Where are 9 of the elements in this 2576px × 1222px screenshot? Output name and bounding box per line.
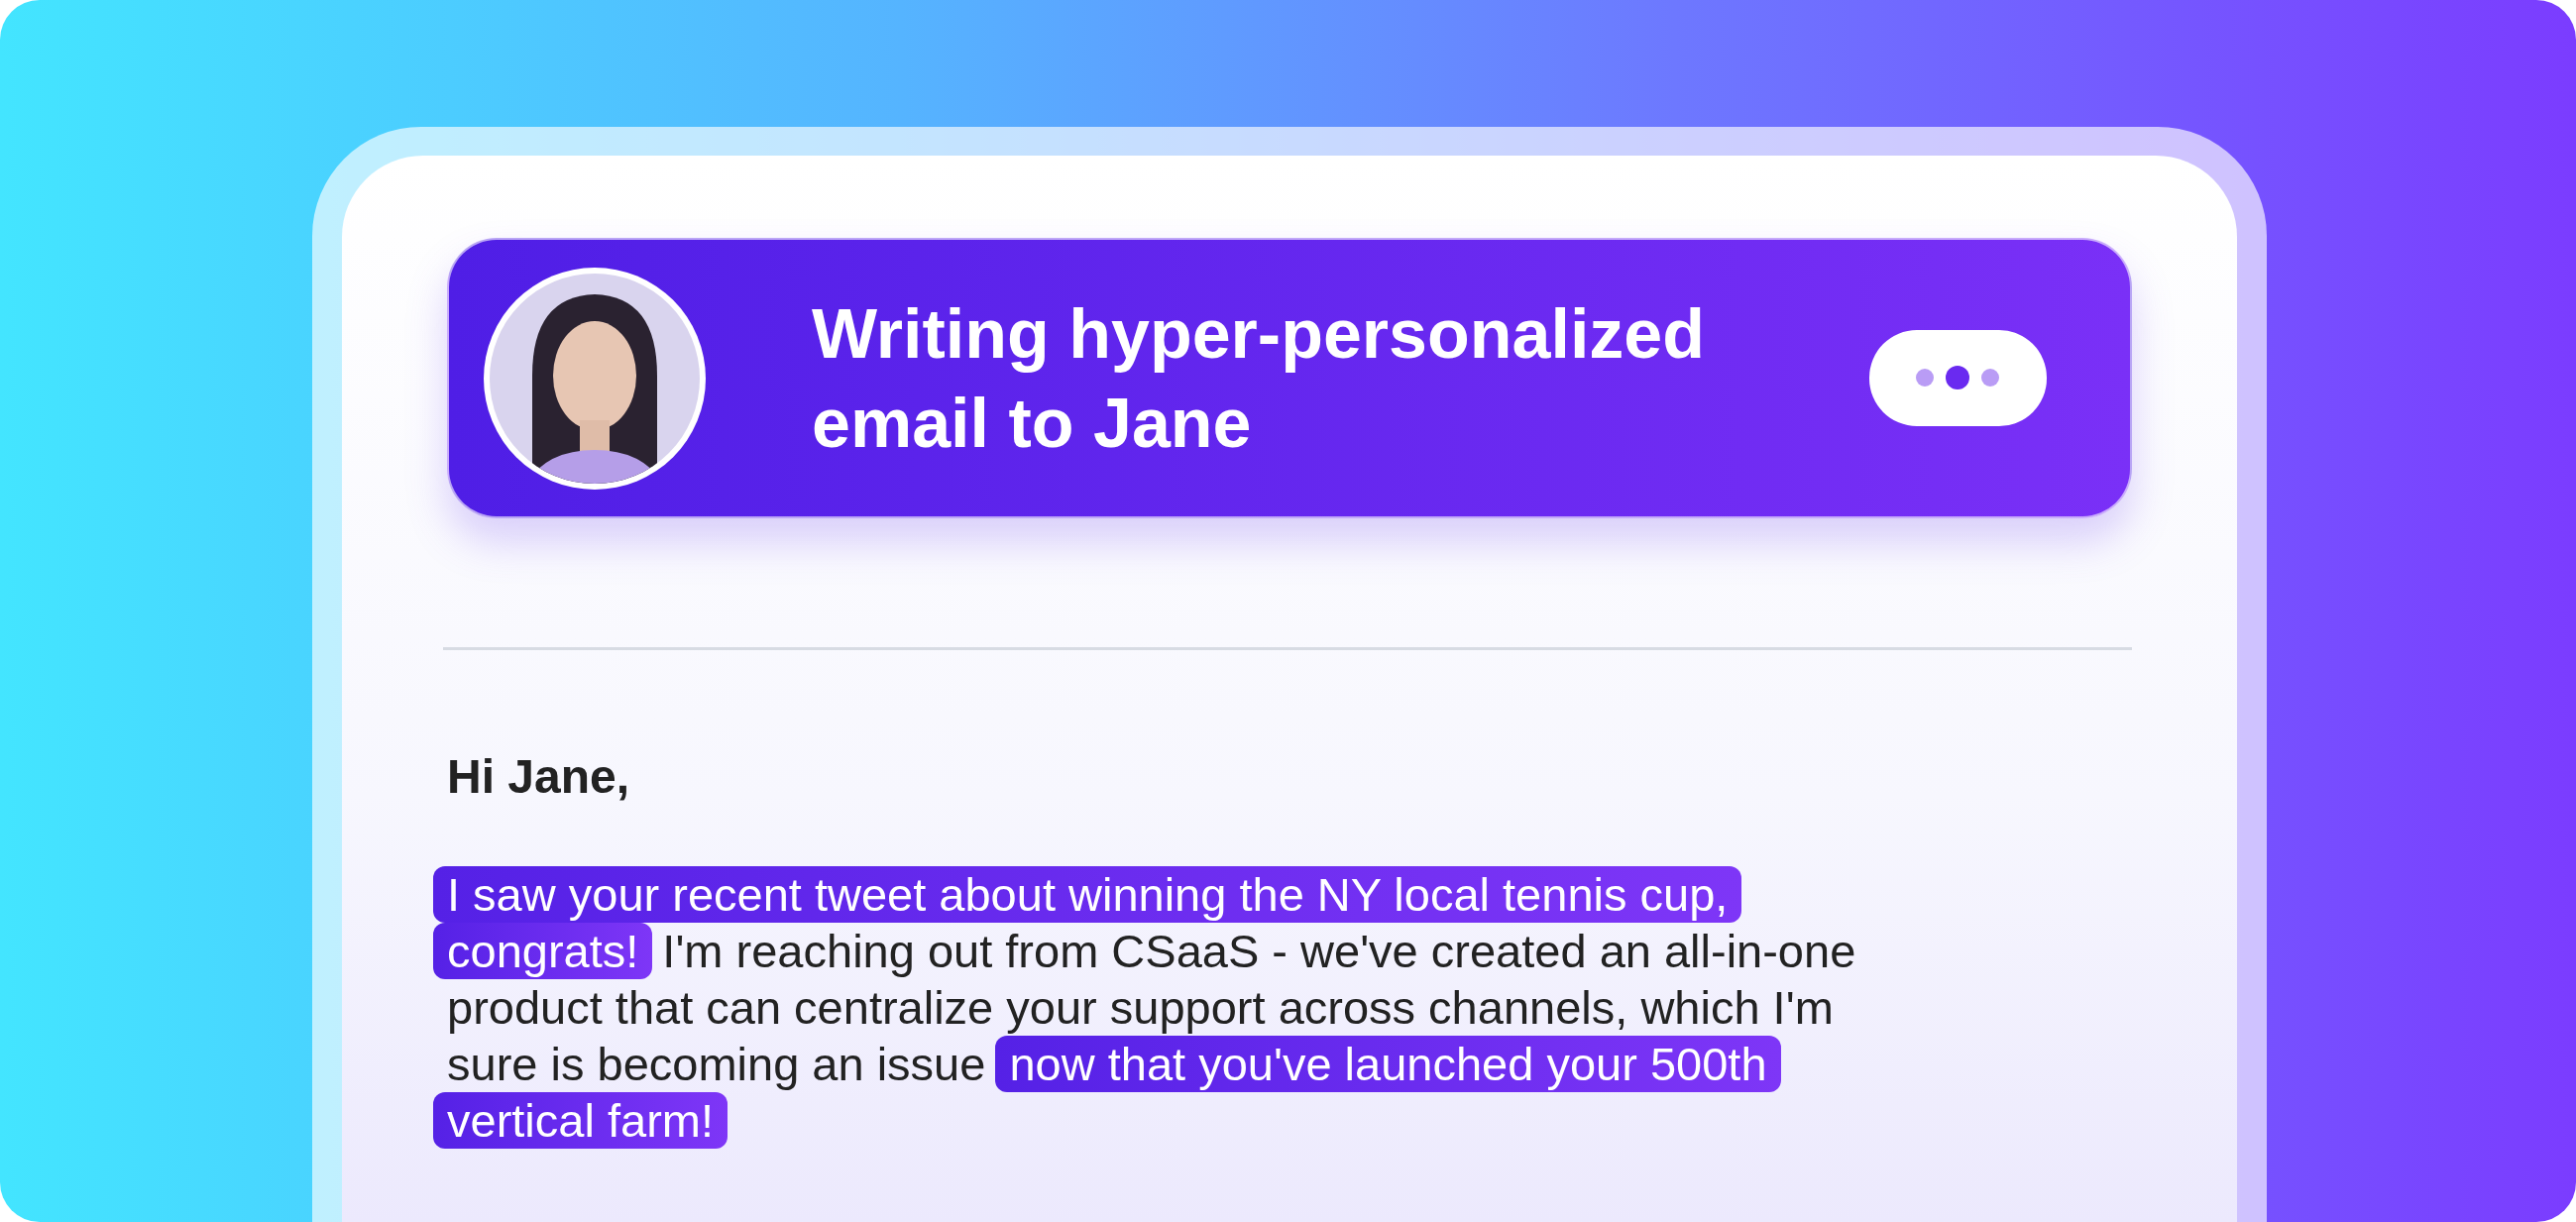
highlighted-text: vertical farm!	[433, 1092, 728, 1149]
banner-title: Writing hyper-personalized email to Jane	[812, 293, 1707, 464]
highlighted-text: now that you've launched your 500th	[995, 1036, 1781, 1092]
email-greeting: Hi Jane,	[447, 749, 630, 805]
highlighted-text: I saw your recent tweet about winning the NY local tennis cup,	[433, 866, 1742, 923]
highlighted-text: congrats!	[433, 923, 653, 979]
email-text: product that can centralize your support across channels, which I'm	[447, 980, 1834, 1036]
email-text: I'm reaching out from CSaaS - we've created an all-in-one	[662, 924, 1856, 979]
email-text: sure is becoming an issue	[447, 1037, 986, 1092]
